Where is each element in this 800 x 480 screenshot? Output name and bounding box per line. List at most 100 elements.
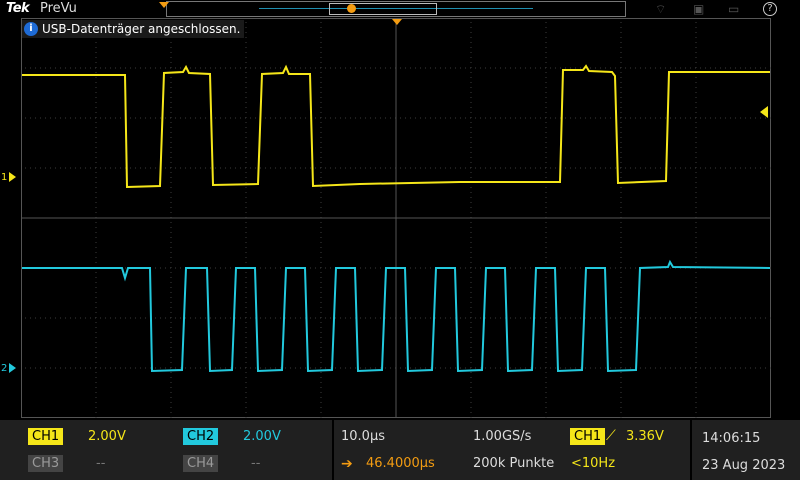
grid-dot: [90, 167, 91, 169]
grid-dot: [160, 117, 161, 119]
grid-dot: [620, 172, 622, 173]
grid-dot: [130, 167, 131, 169]
grid-dot: [380, 267, 381, 269]
grid-dot: [605, 167, 606, 169]
grid-dot: [180, 267, 181, 269]
grid-dot: [220, 317, 221, 319]
grid-dot: [315, 117, 316, 119]
grid-dot: [95, 372, 97, 373]
grid-dot: [700, 367, 701, 369]
grid-dot: [315, 367, 316, 369]
ch1-button[interactable]: CH1: [28, 428, 64, 445]
grid-dot: [25, 67, 26, 69]
grid-dot: [95, 407, 97, 408]
grid-dot: [630, 367, 631, 369]
grid-dot: [130, 367, 131, 369]
grid-dot: [245, 372, 247, 373]
grid-dot: [170, 407, 172, 408]
grid-dot: [320, 137, 322, 138]
grid-dot: [610, 167, 611, 169]
grid-dot: [130, 67, 131, 69]
grid-dot: [690, 67, 691, 69]
grid-dot: [245, 82, 247, 83]
ch1-ground-marker[interactable]: 1: [1, 172, 17, 183]
grid-dot: [750, 67, 751, 69]
grid-dot: [645, 167, 646, 169]
grid-dot: [470, 172, 472, 173]
grid-dot: [230, 167, 231, 169]
grid-dot: [545, 162, 547, 163]
grid-dot: [320, 47, 322, 48]
grid-dot: [115, 67, 116, 69]
grid-dot: [170, 372, 172, 373]
grid-dot: [75, 167, 76, 169]
ch4-button[interactable]: CH4: [183, 455, 219, 472]
grid-dot: [170, 352, 172, 353]
grid-dot: [245, 152, 247, 153]
grid-dot: [365, 367, 366, 369]
grid-dot: [295, 367, 296, 369]
grid-dot: [320, 342, 322, 343]
grid-dot: [695, 342, 697, 343]
grid-dot: [660, 167, 661, 169]
grid-dot: [300, 117, 301, 119]
grid-dot: [765, 367, 766, 369]
grid-dot: [320, 277, 322, 278]
grid-dot: [720, 67, 721, 69]
grid-dot: [290, 67, 291, 69]
grid-dot: [670, 67, 671, 69]
grid-dot: [525, 267, 526, 269]
grid-dot: [245, 292, 247, 293]
grid-dot: [590, 367, 591, 369]
grid-dot: [625, 267, 626, 269]
grid-dot: [470, 57, 472, 58]
grid-dot: [105, 317, 106, 319]
grid-dot: [320, 112, 322, 113]
time-per-division[interactable]: 10.0µs: [341, 429, 385, 444]
grid-dot: [170, 262, 172, 263]
grid-dot: [310, 167, 311, 169]
sample-rate: 1.00GS/s: [473, 429, 532, 444]
grid-dot: [485, 367, 486, 369]
grid-dot: [95, 287, 97, 288]
grid-dot: [465, 317, 466, 319]
grid-dot: [470, 122, 472, 123]
horizontal-position[interactable]: 46.4000µs: [366, 456, 435, 471]
grid-dot: [480, 317, 481, 319]
grid-dot: [170, 82, 172, 83]
grid-dot: [400, 67, 401, 69]
grid-dot: [585, 367, 586, 369]
grid-dot: [695, 282, 697, 283]
ch3-button[interactable]: CH3: [28, 455, 64, 472]
grid-dot: [320, 142, 322, 143]
trigger-level[interactable]: 3.36V: [626, 429, 664, 444]
grid-dot: [335, 167, 336, 169]
grid-dot: [325, 167, 326, 169]
ch2-ground-marker[interactable]: 2: [1, 363, 17, 374]
grid-dot: [580, 317, 581, 319]
grid-dot: [40, 167, 41, 169]
grid-dot: [700, 117, 701, 119]
grid-dot: [360, 117, 361, 119]
ch1-ground-arrow-icon: [9, 172, 17, 182]
grid-dot: [545, 262, 547, 263]
trigger-source-button[interactable]: CH1: [570, 428, 606, 445]
grid-dot: [515, 267, 516, 269]
grid-dot: [225, 367, 226, 369]
notification-banner[interactable]: i USB-Datenträger angeschlossen.: [22, 20, 245, 38]
grid-dot: [125, 317, 126, 319]
grid-dot: [320, 162, 322, 163]
grid-dot: [245, 102, 247, 103]
grid-dot: [55, 317, 56, 319]
grid-dot: [40, 367, 41, 369]
grid-dot: [695, 287, 697, 288]
grid-dot: [695, 47, 697, 48]
grid-dot: [410, 167, 411, 169]
grid-dot: [310, 267, 311, 269]
grid-dot: [95, 327, 97, 328]
ch2-button[interactable]: CH2: [183, 428, 219, 445]
grid-dot: [380, 67, 381, 69]
grid-dot: [270, 317, 271, 319]
grid-dot: [420, 317, 421, 319]
grid-dot: [765, 167, 766, 169]
